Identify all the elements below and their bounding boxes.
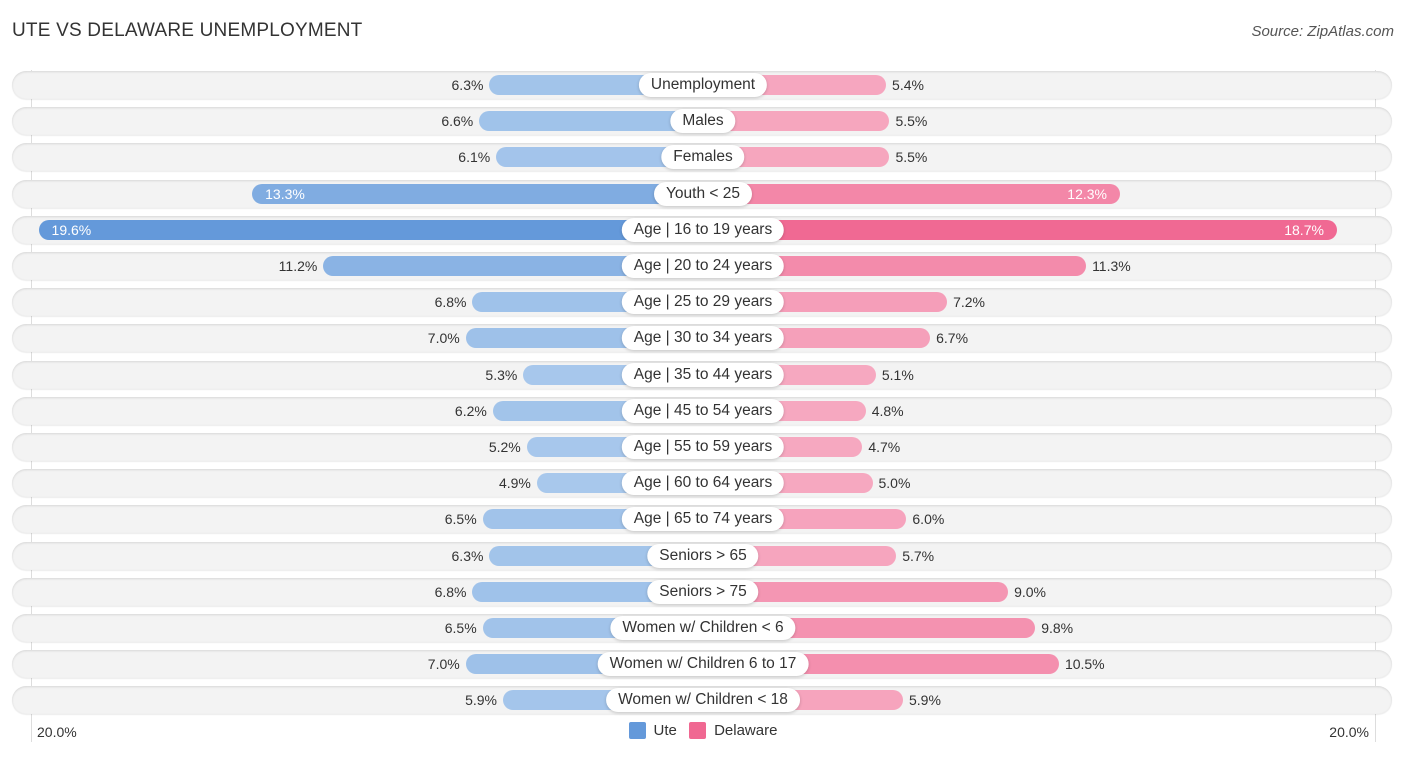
- value-label-ute: 5.9%: [465, 692, 497, 709]
- value-label-ute: 7.0%: [427, 656, 460, 673]
- value-label-ute: 6.3%: [451, 547, 484, 564]
- value-label-ute: 6.1%: [458, 149, 491, 166]
- value-label-delaware: 6.0%: [912, 511, 945, 528]
- bar-delaware[interactable]: [703, 183, 1120, 204]
- value-label-delaware: 10.5%: [1064, 656, 1105, 673]
- diverging-bar-chart: 6.3% 5.4% Unemployment 6.6% 5.5% Males 6.1% 5.5…: [0, 0, 1406, 757]
- value-label-ute: 6.8%: [434, 294, 467, 311]
- category-label: Age | 45 to 54 years: [621, 398, 785, 423]
- legend-swatch-ute: [628, 722, 646, 739]
- category-label: Women w/ Children 6 to 17: [597, 652, 809, 677]
- value-label-delaware: 18.7%: [1284, 221, 1324, 238]
- category-label: Age | 65 to 74 years: [621, 507, 785, 532]
- value-label-ute: 5.2%: [488, 439, 521, 455]
- value-label-delaware: 5.5%: [895, 149, 928, 166]
- category-label: Age | 60 to 64 years: [621, 471, 785, 496]
- category-label: Seniors > 65: [647, 543, 759, 568]
- value-label-ute: 4.9%: [498, 475, 531, 492]
- bar-ute[interactable]: [38, 219, 703, 240]
- value-label-delaware: 5.7%: [902, 547, 935, 564]
- category-label: Women w/ Children < 6: [610, 616, 796, 640]
- value-label-delaware: 5.5%: [895, 113, 928, 130]
- legend-item-ute[interactable]: Ute: [628, 722, 677, 739]
- value-label-delaware: 11.3%: [1092, 258, 1131, 274]
- value-label-ute: 7.0%: [427, 330, 460, 347]
- value-label-delaware: 4.7%: [868, 439, 901, 455]
- value-label-delaware: 9.8%: [1041, 620, 1074, 636]
- value-label-delaware: 7.2%: [953, 294, 985, 311]
- bar-delaware[interactable]: [703, 219, 1337, 240]
- value-label-ute: 6.3%: [451, 77, 484, 93]
- value-label-ute: 6.5%: [444, 511, 477, 528]
- value-label-delaware: 6.7%: [936, 330, 969, 347]
- bar-ute[interactable]: [252, 183, 703, 204]
- value-label-ute: 13.3%: [265, 185, 305, 202]
- value-label-delaware: 12.3%: [1067, 185, 1107, 202]
- category-label: Age | 30 to 34 years: [621, 326, 785, 351]
- value-label-ute: 6.2%: [454, 402, 487, 419]
- legend-item-delaware[interactable]: Delaware: [689, 722, 777, 739]
- value-label-ute: 6.6%: [441, 113, 474, 130]
- value-label-ute: 5.3%: [485, 366, 518, 383]
- value-label-delaware: 4.8%: [871, 402, 904, 419]
- legend-label-delaware: Delaware: [714, 722, 778, 739]
- value-label-delaware: 5.4%: [892, 77, 924, 93]
- category-label: Unemployment: [638, 73, 768, 97]
- value-label-delaware: 5.1%: [881, 366, 914, 383]
- legend: Ute Delaware: [0, 722, 1406, 743]
- category-label: Women w/ Children < 18: [606, 688, 800, 713]
- legend-label-ute: Ute: [653, 722, 677, 739]
- value-label-delaware: 9.0%: [1014, 583, 1047, 600]
- category-label: Age | 25 to 29 years: [621, 290, 785, 315]
- category-label: Age | 55 to 59 years: [621, 435, 785, 459]
- value-label-delaware: 5.0%: [878, 475, 911, 492]
- value-label-ute: 11.2%: [278, 258, 318, 274]
- category-label: Youth < 25: [654, 181, 752, 206]
- legend-swatch-delaware: [689, 722, 707, 739]
- category-label: Age | 16 to 19 years: [621, 217, 785, 242]
- value-label-ute: 19.6%: [51, 221, 92, 238]
- value-label-ute: 6.8%: [434, 583, 467, 600]
- value-label-ute: 6.5%: [444, 620, 477, 636]
- category-label: Females: [661, 145, 745, 170]
- category-label: Age | 20 to 24 years: [621, 254, 785, 278]
- value-label-delaware: 5.9%: [909, 692, 941, 709]
- category-label: Seniors > 75: [647, 579, 759, 604]
- category-label: Males: [670, 109, 736, 134]
- category-label: Age | 35 to 44 years: [621, 362, 785, 387]
